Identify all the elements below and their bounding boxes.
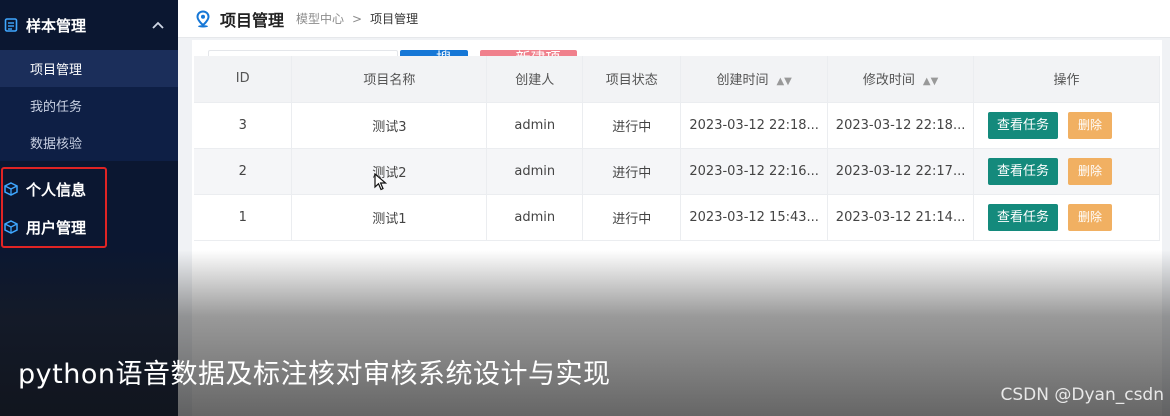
column-header-created-label: 创建时间: [716, 73, 769, 89]
sort-icon[interactable]: ▲▼: [776, 76, 791, 87]
watermark: CSDN @Dyan_csdn: [1000, 385, 1164, 405]
cube-icon: [4, 220, 18, 234]
sidebar-item-label: 我的任务: [30, 100, 83, 115]
sidebar-item-label: 数据核验: [30, 137, 83, 152]
cell-id: 3: [194, 102, 293, 149]
cell-actions: 查看任务 删除: [973, 102, 1160, 149]
cell-creator: admin: [486, 148, 584, 195]
cell-status: 进行中: [582, 148, 682, 195]
sidebar-item-project-management[interactable]: 项目管理: [0, 50, 178, 87]
cell-actions: 查看任务 删除: [973, 194, 1160, 241]
column-header-name: 项目名称: [291, 56, 488, 103]
column-header-modified[interactable]: 修改时间 ▲▼: [827, 56, 975, 103]
delete-button[interactable]: 删除: [1068, 203, 1113, 231]
column-header-modified-label: 修改时间: [862, 73, 915, 89]
breadcrumb: 模型中心 > 项目管理: [296, 10, 418, 27]
view-tasks-button[interactable]: 查看任务: [988, 203, 1059, 231]
cell-created: 2023-03-12 22:18...: [680, 102, 829, 149]
cell-name: 测试3: [291, 102, 488, 149]
breadcrumb-parent[interactable]: 模型中心: [296, 12, 344, 26]
table-row: 3 测试3 admin 进行中 2023-03-12 22:18... 2023…: [194, 102, 1160, 149]
cell-created: 2023-03-12 15:43...: [680, 194, 829, 241]
cube-icon: [4, 182, 18, 196]
cell-id: 2: [194, 148, 293, 195]
location-pin-icon: [194, 9, 212, 28]
cell-modified: 2023-03-12 21:14...: [827, 194, 975, 241]
view-tasks-button[interactable]: 查看任务: [988, 157, 1059, 185]
cell-status: 进行中: [582, 102, 682, 149]
project-table: ID 项目名称 创建人 项目状态 创建时间 ▲▼ 修改时间 ▲▼ 操作 3 测试3 …: [194, 56, 1160, 241]
column-header-id: ID: [194, 56, 293, 103]
table-header-row: ID 项目名称 创建人 项目状态 创建时间 ▲▼ 修改时间 ▲▼ 操作: [194, 56, 1160, 103]
page-header: 项目管理 模型中心 > 项目管理: [178, 0, 1170, 38]
document-list-icon: [4, 18, 18, 32]
cell-creator: admin: [486, 194, 584, 241]
sidebar-group-label: 样本管理: [26, 16, 87, 35]
sidebar-item-label: 个人信息: [26, 180, 87, 199]
column-header-creator: 创建人: [486, 56, 584, 103]
table-row: 2 测试2 admin 进行中 2023-03-12 22:16... 2023…: [194, 148, 1160, 195]
cell-name: 测试1: [291, 194, 488, 241]
cell-status: 进行中: [582, 194, 682, 241]
column-header-status: 项目状态: [582, 56, 682, 103]
delete-button[interactable]: 删除: [1068, 111, 1113, 139]
sidebar-item-data-verification[interactable]: 数据核验: [0, 124, 178, 161]
cell-modified: 2023-03-12 22:18...: [827, 102, 975, 149]
column-header-created[interactable]: 创建时间 ▲▼: [680, 56, 829, 103]
column-header-actions: 操作: [973, 56, 1160, 103]
cell-name: 测试2: [291, 148, 488, 195]
cell-actions: 查看任务 删除: [973, 148, 1160, 195]
sidebar-submenu: 项目管理 我的任务 数据核验: [0, 50, 178, 161]
sidebar-item-personal-info[interactable]: 个人信息: [4, 174, 86, 204]
video-caption: python语音数据及标注核对审核系统设计与实现: [18, 359, 611, 390]
sidebar-item-user-management[interactable]: 用户管理: [4, 212, 86, 242]
chevron-up-icon: [152, 18, 164, 32]
sidebar-group-sample[interactable]: 样本管理: [0, 0, 178, 50]
breadcrumb-separator: >: [352, 12, 363, 26]
cell-creator: admin: [486, 102, 584, 149]
sidebar-item-label: 项目管理: [30, 63, 83, 78]
sidebar-item-my-tasks[interactable]: 我的任务: [0, 87, 178, 124]
sort-icon[interactable]: ▲▼: [923, 76, 938, 87]
view-tasks-button[interactable]: 查看任务: [988, 111, 1059, 139]
table-row: 1 测试1 admin 进行中 2023-03-12 15:43... 2023…: [194, 194, 1160, 241]
cell-id: 1: [194, 194, 293, 241]
mouse-cursor-icon: [374, 172, 388, 191]
cell-modified: 2023-03-12 22:17...: [827, 148, 975, 195]
breadcrumb-current: 项目管理: [370, 12, 419, 26]
page-title: 项目管理: [220, 10, 285, 30]
sidebar-item-label: 用户管理: [26, 218, 87, 237]
cell-created: 2023-03-12 22:16...: [680, 148, 829, 195]
app-window: 样本管理 项目管理 我的任务 数据核验 个人信息 用户管理 项目管理 模型中心 …: [0, 0, 1170, 416]
delete-button[interactable]: 删除: [1068, 157, 1113, 185]
